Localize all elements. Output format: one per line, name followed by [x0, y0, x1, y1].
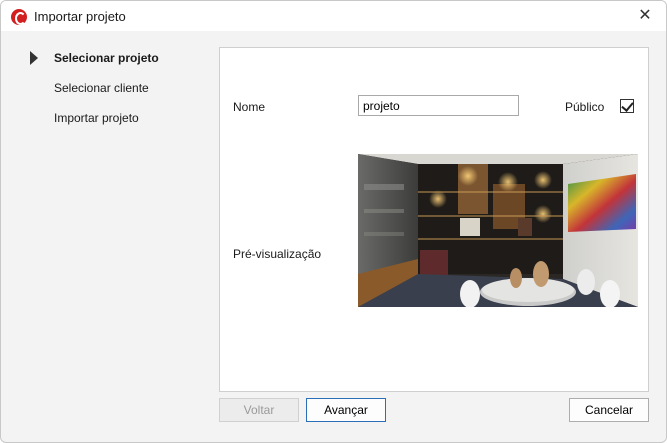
step-select-project: Selecionar projeto: [54, 51, 159, 65]
name-label: Nome: [233, 100, 266, 114]
cancel-button[interactable]: Cancelar: [569, 398, 649, 422]
window-title: Importar projeto: [34, 9, 126, 24]
next-button[interactable]: Avançar: [306, 398, 386, 422]
current-step-arrow-icon: [30, 51, 38, 65]
name-input[interactable]: [358, 95, 519, 116]
public-label: Público: [565, 100, 605, 114]
title-bar: Importar projeto ✕: [1, 1, 666, 31]
wizard-steps: Selecionar projeto Selecionar cliente Im…: [1, 31, 216, 431]
preview-label: Pré-visualização: [233, 247, 322, 261]
step-select-client: Selecionar cliente: [54, 81, 149, 95]
step-import-project: Importar projeto: [54, 111, 139, 125]
import-project-dialog: Importar projeto ✕ Selecionar projeto Se…: [0, 0, 667, 443]
close-icon[interactable]: ✕: [628, 3, 662, 29]
project-panel: Nome Público Pré-visualização: [219, 47, 649, 392]
app-logo-icon: [11, 9, 27, 25]
room-preview-illustration: [358, 154, 638, 307]
public-checkbox[interactable]: [620, 99, 634, 113]
back-button[interactable]: Voltar: [219, 398, 299, 422]
project-preview-image: [358, 154, 638, 307]
